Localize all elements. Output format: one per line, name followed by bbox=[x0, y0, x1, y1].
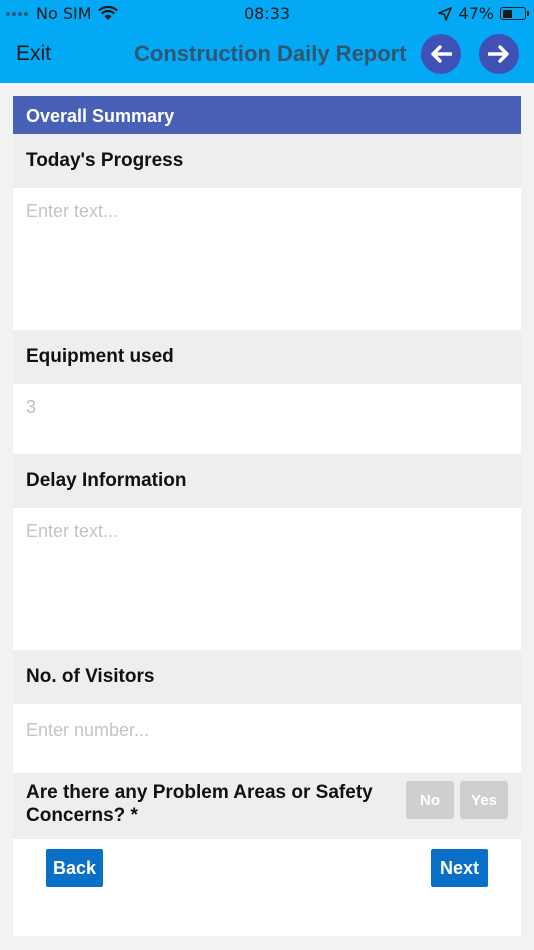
delay-information-label: Delay Information bbox=[13, 454, 521, 508]
back-button[interactable]: Back bbox=[46, 849, 103, 887]
arrow-right-icon bbox=[488, 45, 509, 63]
battery-icon bbox=[500, 7, 529, 20]
todays-progress-input[interactable]: Enter text... bbox=[13, 188, 521, 330]
exit-button[interactable]: Exit bbox=[16, 42, 51, 66]
form-card: Overall Summary Today's Progress Enter t… bbox=[13, 96, 521, 936]
safety-question-text: Are there any Problem Areas or Safety Co… bbox=[26, 782, 373, 826]
equipment-used-label: Equipment used bbox=[13, 330, 521, 384]
safety-question-row: Are there any Problem Areas or Safety Co… bbox=[13, 773, 521, 839]
battery-percent: 47% bbox=[458, 4, 494, 23]
delay-information-input[interactable]: Enter text... bbox=[13, 508, 521, 650]
next-button[interactable]: Next bbox=[431, 849, 488, 887]
page-title: Construction Daily Report bbox=[134, 41, 407, 66]
next-page-button[interactable] bbox=[479, 34, 519, 74]
status-bar: No SIM 08:33 47% bbox=[0, 0, 534, 27]
visitors-input[interactable]: Enter number... bbox=[13, 704, 521, 773]
nav-bar: Exit Construction Daily Report bbox=[0, 27, 534, 83]
status-right: 47% bbox=[438, 4, 529, 23]
yes-toggle-button[interactable]: Yes bbox=[460, 781, 508, 819]
visitors-label: No. of Visitors bbox=[13, 650, 521, 704]
no-toggle-button[interactable]: No bbox=[406, 781, 454, 819]
location-arrow-icon bbox=[438, 6, 453, 21]
arrow-left-icon bbox=[431, 45, 452, 63]
section-header: Overall Summary bbox=[13, 96, 521, 134]
equipment-used-input[interactable]: 3 bbox=[13, 384, 521, 454]
todays-progress-label: Today's Progress bbox=[13, 134, 521, 188]
previous-button[interactable] bbox=[421, 34, 461, 74]
